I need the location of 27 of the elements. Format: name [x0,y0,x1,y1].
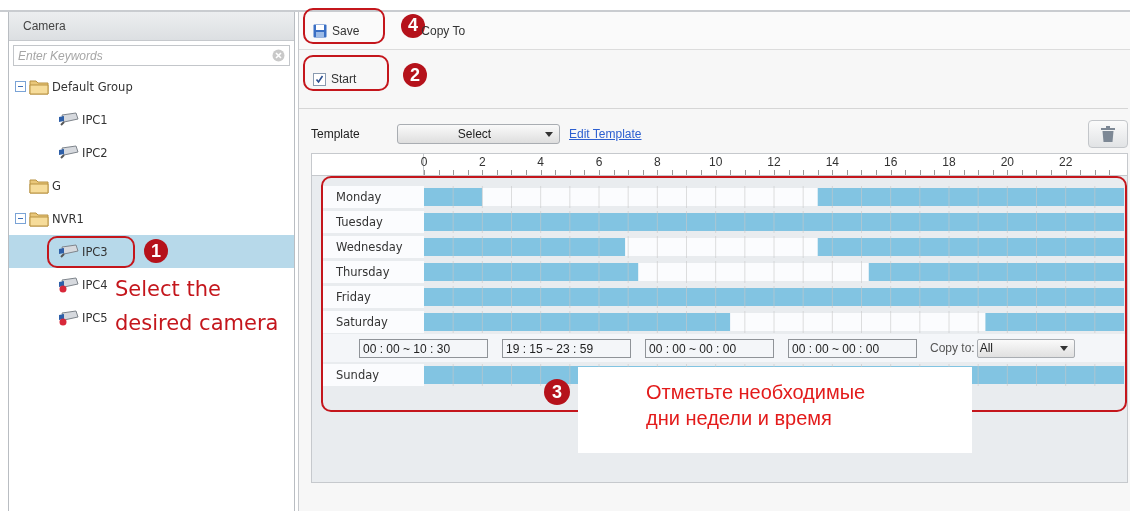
axis-tick-label: 22 [1059,155,1073,169]
day-label: Sunday [322,363,424,386]
day-label: Monday [322,185,424,208]
callout-number: 3 [544,379,570,405]
axis-tick-label: 16 [884,155,898,169]
axis-tick-label: 20 [1000,155,1014,169]
day-label: Wednesday [322,235,424,258]
axis-tick-label: 0 [420,155,428,169]
axis-tick-label: 10 [709,155,723,169]
axis-tick-label: 8 [654,155,661,169]
axis-tick-label: 2 [479,155,486,169]
template-label: Template [311,127,361,141]
callout-tooltip: Отметьте необходимые дни недели и время [578,367,972,453]
panel-title: Camera [9,12,294,41]
day-label: Friday [322,285,424,308]
axis-tick-label: 4 [537,155,544,169]
axis-tick-label: 6 [595,155,603,169]
day-label: Thursday [322,260,424,283]
axis-tick-label: 18 [942,155,956,169]
callout-number: 2 [403,63,427,87]
day-label: Saturday [322,310,424,333]
day-label: Tuesday [322,210,424,233]
axis-tick-label: 12 [767,155,781,169]
callout-note: Select the desired camera [115,276,280,337]
axis-tick-label: 14 [825,155,839,169]
checkbox-label: Start [331,72,357,86]
copy-to-label: Copy to: [930,341,975,355]
